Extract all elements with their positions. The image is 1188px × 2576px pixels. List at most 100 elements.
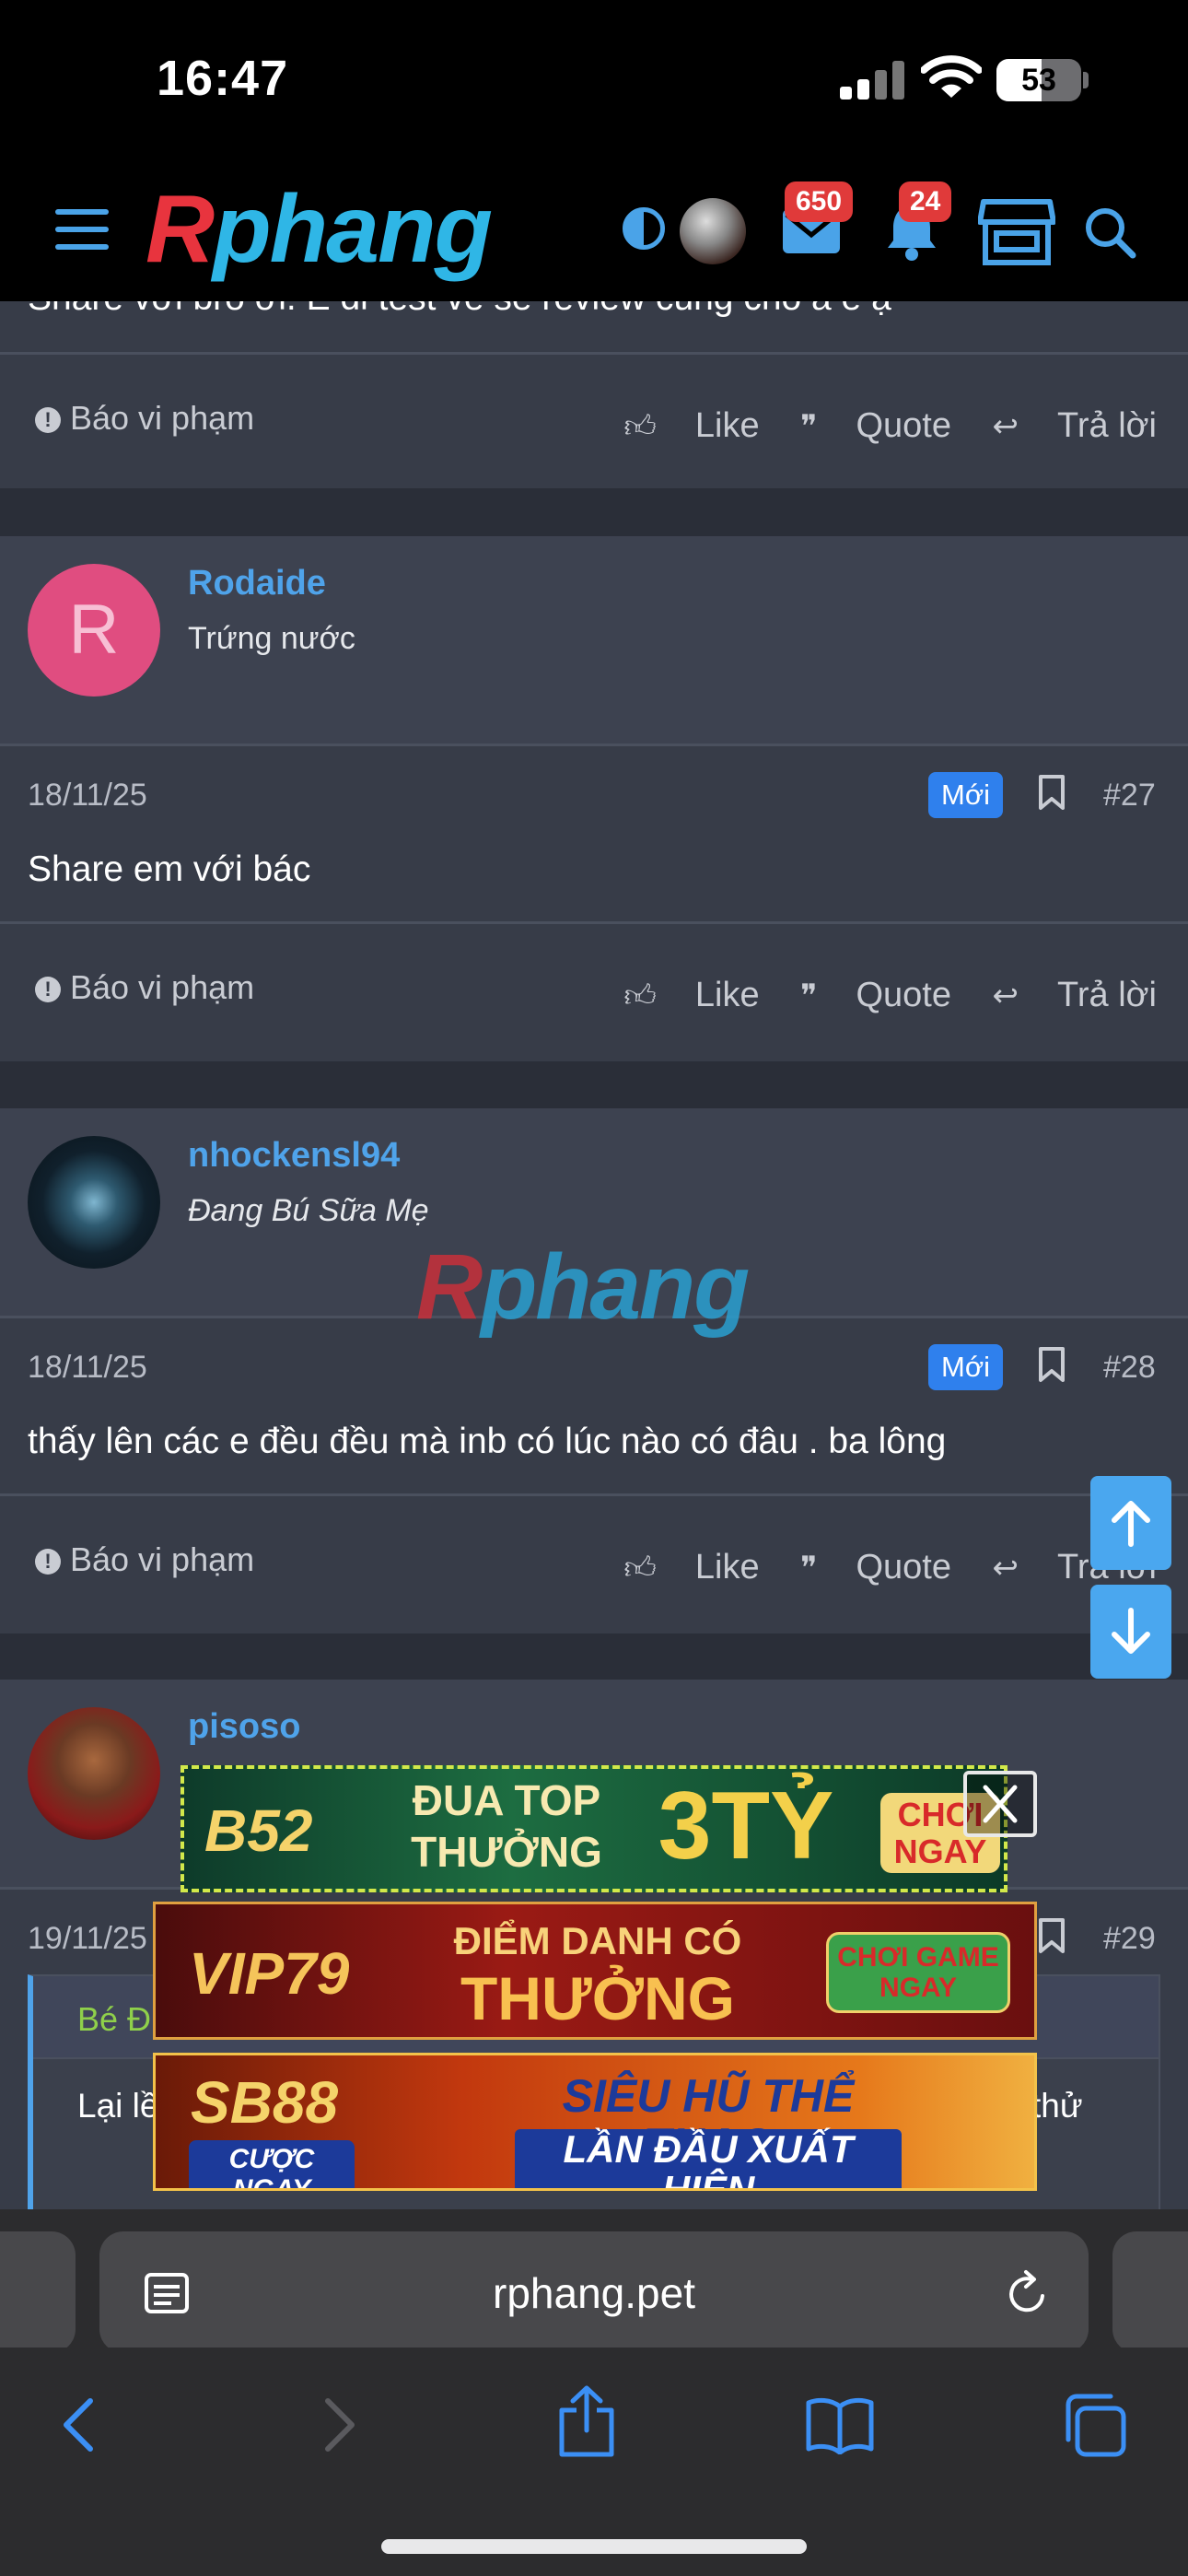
avatar[interactable]: [28, 1136, 160, 1269]
arrow-down-icon: [1112, 1608, 1150, 1654]
ad-line1: ĐUA TOP: [412, 1776, 601, 1824]
report-button[interactable]: ! Báo vi phạm: [35, 1540, 254, 1579]
arrow-up-icon: [1112, 1501, 1150, 1547]
like-button[interactable]: 👍︎ Like: [623, 1548, 759, 1587]
logo-r: R: [146, 176, 215, 283]
ad-brand: B52: [204, 1797, 313, 1864]
inbox-badge: 650: [785, 181, 854, 222]
bookmark-icon[interactable]: [1037, 774, 1066, 811]
forward-icon[interactable]: [319, 2395, 359, 2454]
watermark-rest: phang: [481, 1235, 750, 1339]
alert-icon: !: [35, 977, 61, 1002]
thumbs-up-icon: 👍︎: [623, 1551, 657, 1586]
post-27: R Rodaide Trứng nước 18/11/25 Mới #27 Sh…: [0, 536, 1188, 1061]
battery-tip: [1083, 72, 1089, 88]
bookmarks-icon[interactable]: [805, 2397, 875, 2454]
ad-line2: LẦN ĐẦU XUẤT HIỆN: [515, 2128, 902, 2188]
ad-banner-sb88[interactable]: SB88 CƯỢC NGAY SIÊU HŨ THỂ THAO LẦN ĐẦU …: [153, 2053, 1037, 2191]
share-icon[interactable]: [556, 2384, 617, 2460]
watermark-logo: Rphang: [416, 1235, 750, 1341]
like-button[interactable]: 👍︎ Like: [623, 976, 759, 1014]
quote-icon: ❞: [800, 1551, 818, 1586]
close-icon: [983, 1785, 1018, 1823]
like-label: Like: [694, 1548, 760, 1587]
post-date[interactable]: 19/11/25: [28, 1921, 147, 1957]
like-label: Like: [694, 976, 760, 1014]
post-body: thấy lên các e đều đều mà inb có lúc nào…: [28, 1422, 947, 1461]
search-icon[interactable]: [1083, 205, 1136, 259]
report-button[interactable]: ! Báo vi phạm: [35, 968, 254, 1007]
post-actions: 👍︎Like ❞ Quote ↩ Trả lời: [592, 406, 1157, 446]
ad-big-text: 3TỶ: [658, 1773, 834, 1879]
reply-icon: ↩: [992, 1551, 1019, 1586]
quote-text-end: thử: [1031, 2087, 1083, 2125]
report-label: Báo vi phạm: [70, 1540, 255, 1578]
scroll-bottom-button[interactable]: [1090, 1585, 1171, 1679]
battery-icon: 53: [996, 59, 1081, 101]
quote-label: Quote: [856, 406, 951, 445]
quote-button[interactable]: ❞ Quote: [800, 406, 951, 445]
quote-text-start: Lại lề: [77, 2087, 159, 2125]
post-userbar: R Rodaide Trứng nước: [0, 536, 1188, 746]
post-date[interactable]: 18/11/25: [28, 778, 147, 814]
tabs-icon[interactable]: [1061, 2392, 1127, 2458]
ad-brand: VIP79: [189, 1940, 350, 2007]
site-logo[interactable]: Rphang: [146, 181, 493, 277]
back-icon[interactable]: [59, 2395, 99, 2454]
post-number[interactable]: #29: [1103, 1921, 1156, 1957]
post-actions: 👍︎Like ❞Quote ↩Trả lời: [592, 1548, 1157, 1587]
status-bar: 16:47 53: [0, 0, 1188, 161]
quote-label: Quote: [856, 976, 951, 1014]
ad-cta: CHƠI GAME NGAY: [826, 1932, 1010, 2013]
username[interactable]: Rodaide: [188, 564, 326, 603]
reply-button[interactable]: ↩ Trả lời: [993, 976, 1157, 1014]
ad-banner-vip79[interactable]: VIP79 ĐIỂM DANH CÓ THƯỞNG CHƠI GAME NGAY: [153, 1902, 1037, 2040]
post-date[interactable]: 18/11/25: [28, 1350, 147, 1386]
scroll-top-button[interactable]: [1090, 1476, 1171, 1570]
alert-icon: !: [35, 1549, 61, 1575]
next-tab-pill[interactable]: [1112, 2231, 1188, 2353]
avatar[interactable]: [28, 1707, 160, 1840]
user-avatar[interactable]: [680, 198, 746, 264]
previous-tab-pill[interactable]: [0, 2231, 76, 2353]
like-button[interactable]: 👍︎ Like: [623, 406, 759, 445]
reload-icon[interactable]: [1004, 2268, 1052, 2318]
username[interactable]: nhockensl94: [188, 1136, 400, 1176]
reply-icon: ↩: [992, 978, 1019, 1013]
url-field[interactable]: rphang.pet: [99, 2231, 1089, 2353]
ad-sub: CƯỢC NGAY: [189, 2140, 355, 2188]
theme-toggle-icon[interactable]: [623, 207, 665, 250]
quote-author[interactable]: Bé Đ: [77, 2000, 151, 2039]
quote-button[interactable]: ❞ Quote: [800, 976, 951, 1014]
user-title: Trứng nước: [188, 621, 355, 656]
status-time: 16:47: [157, 51, 289, 106]
url-text: rphang.pet: [493, 2269, 695, 2317]
home-indicator: [381, 2539, 807, 2554]
post-body: Share em với bác: [28, 849, 311, 889]
site-header: Rphang 650 24: [0, 161, 1188, 301]
user-title: Đang Bú Sữa Mẹ: [188, 1193, 429, 1228]
menu-icon[interactable]: [55, 209, 109, 250]
quote-icon: ❞: [800, 409, 818, 444]
ad-banner-b52[interactable]: B52 ĐUA TOP THƯỞNG 3TỶ CHƠI NGAY: [181, 1765, 1007, 1892]
username[interactable]: pisoso: [188, 1707, 300, 1747]
quote-button[interactable]: ❞ Quote: [800, 1548, 951, 1587]
alert-icon: !: [35, 407, 61, 433]
bookmark-icon[interactable]: [1037, 1346, 1066, 1383]
post-number[interactable]: #27: [1103, 778, 1156, 814]
post-number[interactable]: #28: [1103, 1350, 1156, 1386]
thumbs-up-icon: 👍︎: [623, 978, 657, 1013]
ad-line1: ĐIỂM DANH CÓ: [453, 1919, 742, 1962]
post-footer: ! Báo vi phạm 👍︎ Like ❞ Quote ↩ Trả lời: [0, 352, 1188, 488]
reply-icon: ↩: [992, 409, 1019, 444]
ad-close-button[interactable]: [963, 1771, 1037, 1837]
reply-button[interactable]: ↩ Trả lời: [993, 406, 1157, 445]
avatar[interactable]: R: [28, 564, 160, 697]
bookmark-icon[interactable]: [1037, 1917, 1066, 1954]
report-button[interactable]: ! Báo vi phạm: [35, 399, 254, 438]
report-label: Báo vi phạm: [70, 968, 255, 1006]
reply-label: Trả lời: [1057, 406, 1157, 445]
watermark-r: R: [416, 1235, 483, 1339]
shop-icon[interactable]: [978, 198, 1055, 266]
wifi-icon: [921, 55, 982, 98]
